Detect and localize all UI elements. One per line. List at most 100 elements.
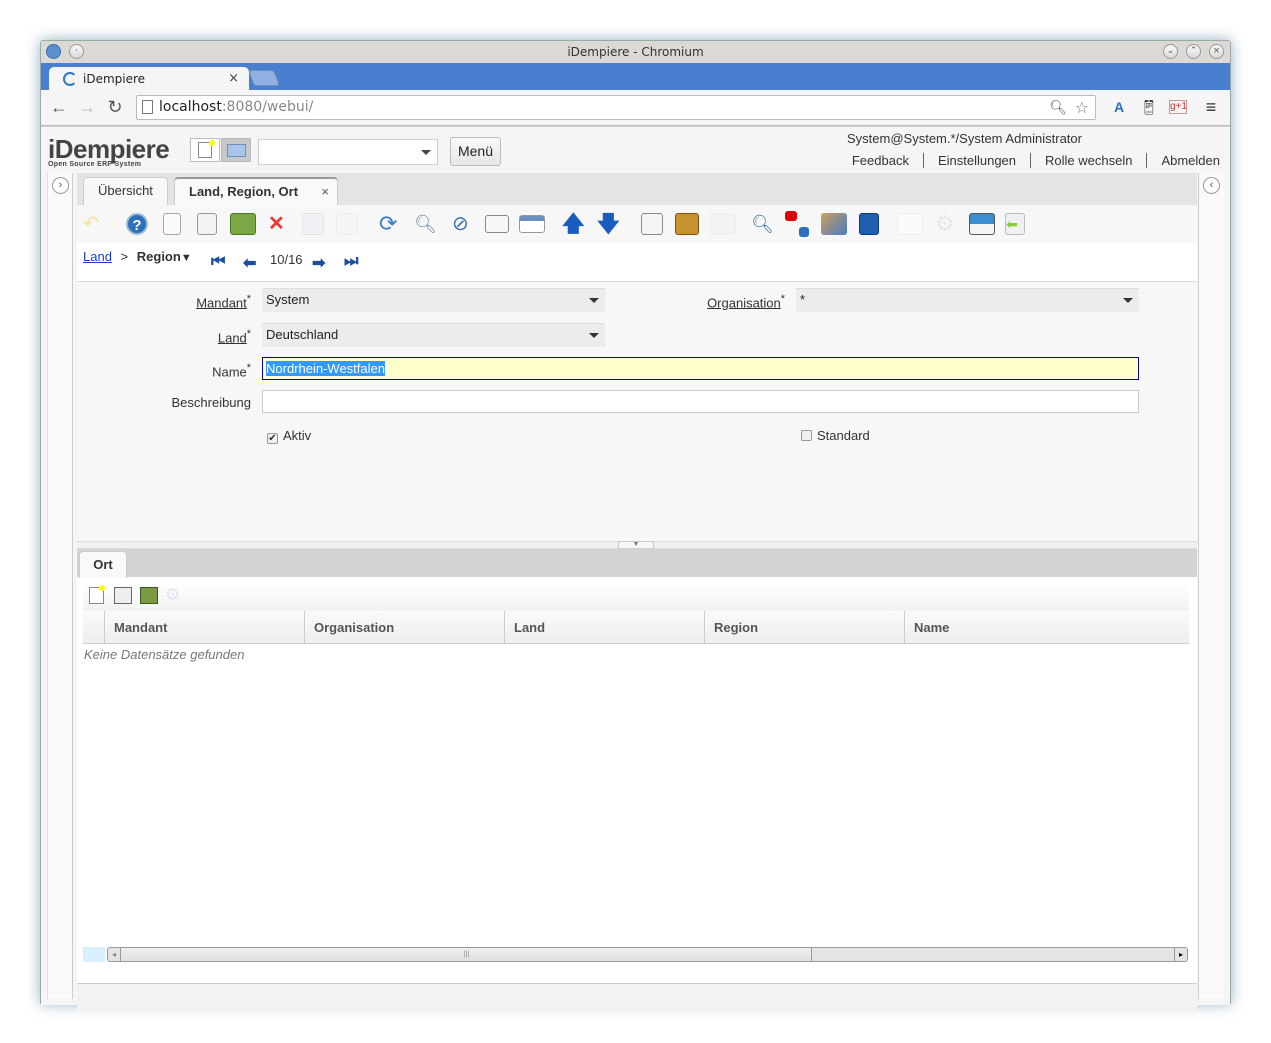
export-icon[interactable] <box>969 213 995 235</box>
reload-icon[interactable]: ↻ <box>105 97 125 118</box>
zoom-across-icon[interactable]: 🔍︎ <box>751 213 774 235</box>
detail-record-icon[interactable]: 🡇 <box>597 213 620 235</box>
window-menu-icon[interactable]: · <box>69 44 84 59</box>
expand-west-icon[interactable]: › <box>52 177 69 194</box>
copy-record-icon[interactable] <box>197 213 217 235</box>
previous-record-icon[interactable]: ⬅ <box>243 253 256 273</box>
attachment-icon[interactable]: ⊘ <box>452 213 474 235</box>
breadcrumb-current[interactable]: Region <box>137 249 181 264</box>
checkbox-checked-icon[interactable]: ✔ <box>267 433 278 444</box>
first-record-icon[interactable]: ⏮ <box>211 253 225 271</box>
new-record-icon[interactable] <box>163 213 181 235</box>
global-search-input[interactable] <box>258 139 438 165</box>
import-icon[interactable]: ⬅ <box>1005 213 1025 235</box>
row-selector-header <box>83 611 105 644</box>
beschreibung-input[interactable] <box>262 390 1139 413</box>
mandant-select[interactable]: System <box>262 288 605 312</box>
column-header-land[interactable]: Land <box>505 611 705 644</box>
bookmark-star-icon[interactable]: ☆ <box>1075 96 1089 119</box>
horizontal-scrollbar[interactable]: ◂ ||| ▸ <box>107 947 1188 962</box>
send-to-mobile-icon[interactable]: 📱︎ <box>1138 97 1160 117</box>
chevron-down-icon[interactable] <box>1123 298 1133 303</box>
column-header-mandant[interactable]: Mandant <box>105 611 305 644</box>
edit-icon[interactable] <box>114 587 132 604</box>
product-info-icon[interactable] <box>859 213 879 235</box>
print-icon[interactable] <box>710 213 736 235</box>
expand-east-icon[interactable]: ‹ <box>1203 177 1220 194</box>
standard-checkbox[interactable]: Standard <box>801 428 870 443</box>
minimize-icon[interactable]: ⌄ <box>1163 44 1178 59</box>
tab-overview[interactable]: Übersicht <box>83 177 168 205</box>
name-input[interactable]: Nordrhein-Westfalen <box>262 357 1139 380</box>
change-role-link[interactable]: Rolle wechseln <box>1030 153 1146 168</box>
new-window-button[interactable] <box>190 138 220 162</box>
last-record-icon[interactable]: ⏭ <box>344 253 358 271</box>
scroll-left-icon[interactable]: ◂ <box>108 948 121 961</box>
new-tab-button[interactable] <box>248 70 280 86</box>
next-record-icon[interactable]: ➡ <box>312 253 325 273</box>
process-icon[interactable]: ⚙ <box>165 585 180 605</box>
open-folder-button[interactable] <box>221 138 251 162</box>
forward-icon[interactable]: → <box>77 97 97 118</box>
delete-icon[interactable] <box>230 213 256 235</box>
url-input[interactable]: localhost:8080/webui/ 🔍︎ ☆ <box>136 95 1096 120</box>
archive-icon[interactable] <box>675 213 699 235</box>
report-icon[interactable] <box>641 213 663 235</box>
chevron-down-icon[interactable] <box>421 150 431 155</box>
close-window-tab-icon[interactable]: × <box>321 179 329 205</box>
zoom-icon[interactable]: 🔍︎ <box>1049 97 1067 120</box>
tab-ort[interactable]: Ort <box>79 551 127 578</box>
process-icon[interactable]: ⚙ <box>935 213 957 235</box>
tab-land-region-ort[interactable]: Land, Region, Ort × <box>174 177 338 205</box>
grid-toggle-icon[interactable] <box>519 215 545 233</box>
logout-link[interactable]: Abmelden <box>1146 153 1220 168</box>
column-header-region[interactable]: Region <box>705 611 905 644</box>
delete-icon[interactable] <box>140 587 158 604</box>
requests-icon[interactable] <box>821 213 847 235</box>
active-workflows-icon[interactable] <box>785 211 797 221</box>
record-form: Mandant* System Organisation* * Land* De… <box>77 281 1197 541</box>
user-context[interactable]: System@System.*/System Administrator <box>847 131 1082 146</box>
maximize-icon[interactable]: ⌃ <box>1186 44 1201 59</box>
breadcrumb-land-link[interactable]: Land <box>83 249 112 264</box>
beschreibung-label: Beschreibung <box>171 395 252 410</box>
translate-icon[interactable]: A <box>1108 97 1130 117</box>
aktiv-checkbox[interactable]: ✔ Aktiv <box>267 428 311 444</box>
chevron-down-icon[interactable] <box>589 333 599 338</box>
undo-icon[interactable]: ↶ <box>83 213 105 235</box>
save-icon[interactable] <box>302 213 324 235</box>
window-titlebar: · iDempiere - Chromium ⌄ ⌃ × <box>41 41 1230 63</box>
browser-tab[interactable]: iDempiere × <box>49 67 249 91</box>
scroll-right-icon[interactable]: ▸ <box>1174 948 1187 961</box>
chevron-down-icon[interactable] <box>589 298 599 303</box>
scrollbar-thumb[interactable]: ||| <box>122 948 812 961</box>
row-selector-cell <box>83 947 105 962</box>
chrome-menu-icon[interactable]: ≡ <box>1200 97 1222 117</box>
folder-icon <box>227 144 246 157</box>
settings-link[interactable]: Einstellungen <box>922 153 1030 168</box>
toggle-icon[interactable] <box>897 213 923 235</box>
checkbox-unchecked-icon[interactable] <box>801 430 812 441</box>
close-tab-icon[interactable]: × <box>228 67 239 91</box>
feedback-link[interactable]: Feedback <box>838 153 923 168</box>
delete-selection-icon[interactable]: ✕ <box>268 213 290 235</box>
record-counter: 10/16 <box>270 252 303 267</box>
refresh-icon[interactable]: ⟳ <box>379 213 401 235</box>
menu-button[interactable]: Menü <box>450 137 501 166</box>
parent-record-icon[interactable]: 🡅 <box>562 213 585 235</box>
google-plus-icon[interactable]: g+1 <box>1169 100 1187 114</box>
breadcrumb-dropdown-icon[interactable]: ▼ <box>181 252 192 264</box>
close-window-icon[interactable]: × <box>1209 44 1224 59</box>
back-icon[interactable]: ← <box>49 97 69 118</box>
form-detail-splitter[interactable]: ▼ <box>77 541 1197 549</box>
find-icon[interactable]: 🔍︎ <box>414 213 437 235</box>
organisation-select[interactable]: * <box>796 288 1139 312</box>
column-header-name[interactable]: Name <box>905 611 1189 644</box>
save-create-icon[interactable] <box>336 213 358 235</box>
chat-icon[interactable] <box>485 215 509 233</box>
empty-grid-message: Keine Datensätze gefunden <box>84 647 245 662</box>
help-icon[interactable]: ? <box>126 213 148 235</box>
land-select[interactable]: Deutschland <box>262 323 605 347</box>
column-header-organisation[interactable]: Organisation <box>305 611 505 644</box>
collapse-detail-icon[interactable]: ▼ <box>618 541 654 549</box>
